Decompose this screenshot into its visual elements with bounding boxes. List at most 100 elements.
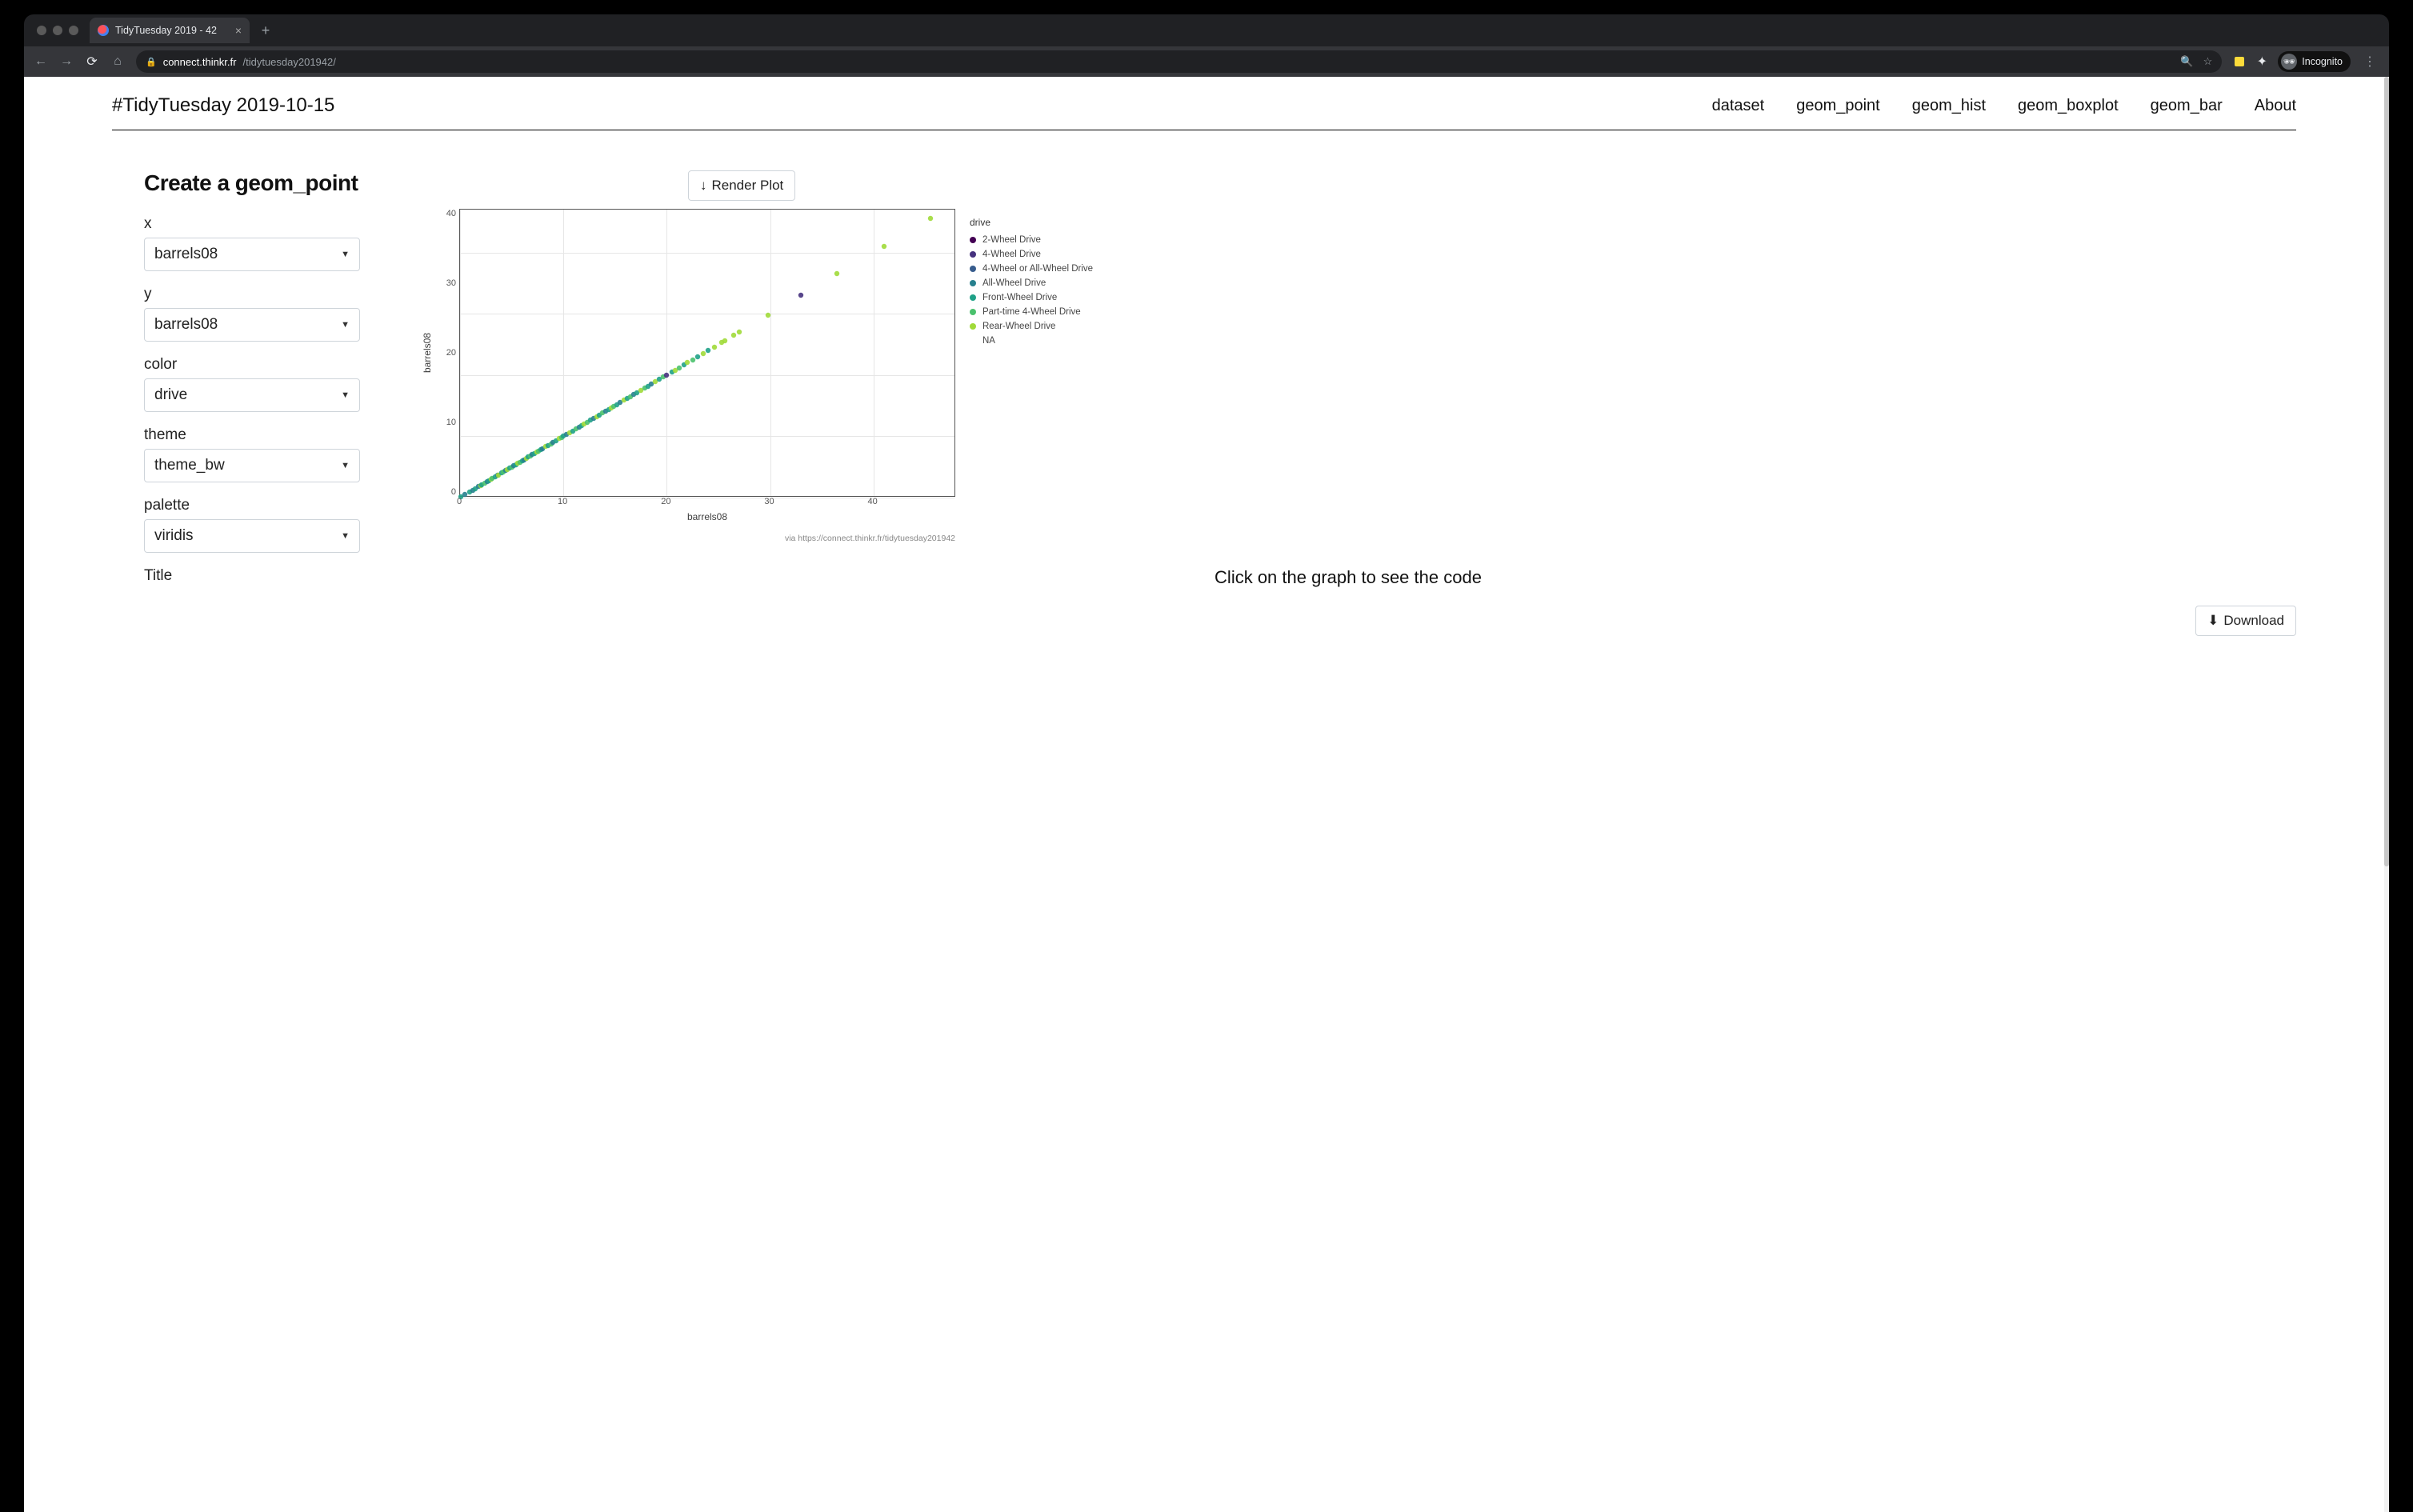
legend-item: Rear-Wheel Drive (970, 319, 1093, 334)
tab-title: TidyTuesday 2019 - 42 (115, 25, 229, 36)
url-path: /tidytuesday201942/ (242, 56, 335, 68)
toolbar: ← → ⟳ ⌂ 🔒 connect.thinkr.fr/tidytuesday2… (24, 46, 2389, 77)
legend-label: 4-Wheel Drive (982, 250, 1041, 259)
window-controls[interactable] (32, 26, 83, 35)
address-bar[interactable]: 🔒 connect.thinkr.fr/tidytuesday201942/ 🔍… (136, 50, 2222, 73)
label-y: y (144, 286, 360, 303)
new-tab-button[interactable]: + (256, 21, 275, 40)
zoom-window-icon[interactable] (69, 26, 78, 35)
scrollbar-thumb[interactable] (2384, 77, 2389, 866)
section-title: Create a geom_point (144, 170, 360, 196)
vertical-scrollbar[interactable] (2384, 77, 2389, 1512)
lock-icon: 🔒 (146, 57, 157, 67)
select-palette-value: viridis (154, 527, 194, 545)
chart[interactable]: barrels08 403020100 drive 2-Wheel Drive4… (416, 209, 2296, 543)
back-icon[interactable]: ← (34, 54, 48, 69)
nav-geom-bar[interactable]: geom_bar (2151, 97, 2223, 115)
data-point (834, 270, 840, 277)
select-color[interactable]: drive ▼ (144, 378, 360, 412)
legend-label: Front-Wheel Drive (982, 293, 1057, 302)
select-x-value: barrels08 (154, 246, 218, 263)
y-tick: 0 (442, 487, 456, 497)
label-x: x (144, 215, 360, 233)
field-palette: palette viridis ▼ (144, 497, 360, 553)
data-point (881, 243, 887, 250)
download-icon: ⬇ (2207, 613, 2219, 629)
legend-swatch-icon (970, 309, 976, 315)
select-palette[interactable]: viridis ▼ (144, 519, 360, 553)
page: #TidyTuesday 2019-10-15 dataset geom_poi… (24, 77, 2389, 1512)
data-point (765, 312, 771, 318)
data-point (711, 344, 718, 350)
data-point (722, 338, 728, 344)
minimize-window-icon[interactable] (53, 26, 62, 35)
x-tick: 40 (868, 497, 878, 506)
legend-item: Part-time 4-Wheel Drive (970, 305, 1093, 319)
legend-swatch-icon (970, 251, 976, 258)
incognito-icon: 🕶 (2281, 54, 2297, 70)
legend-item: All-Wheel Drive (970, 276, 1093, 290)
select-x[interactable]: barrels08 ▼ (144, 238, 360, 271)
download-button[interactable]: ⬇ Download (2195, 606, 2296, 636)
legend-label: 2-Wheel Drive (982, 235, 1041, 245)
legend-swatch-icon (970, 323, 976, 330)
legend-item: Front-Wheel Drive (970, 290, 1093, 305)
nav-geom-point[interactable]: geom_point (1796, 97, 1880, 115)
legend-label: 4-Wheel or All-Wheel Drive (982, 264, 1093, 274)
legend-swatch-icon (970, 266, 976, 272)
x-tick: 20 (661, 497, 670, 506)
nav-geom-hist[interactable]: geom_hist (1912, 97, 1986, 115)
select-y[interactable]: barrels08 ▼ (144, 308, 360, 342)
toolbar-extensions: ✦ 🕶 Incognito ⋮ (2233, 51, 2379, 72)
nav-about[interactable]: About (2255, 97, 2296, 115)
reload-icon[interactable]: ⟳ (85, 54, 99, 69)
form-sidebar: Create a geom_point x barrels08 ▼ y barr… (144, 170, 360, 599)
close-window-icon[interactable] (37, 26, 46, 35)
legend-swatch-icon (970, 294, 976, 301)
plot-panel[interactable] (459, 209, 955, 497)
nav-dataset[interactable]: dataset (1712, 97, 1765, 115)
zoom-indicator-icon[interactable]: 🔍 (2180, 55, 2193, 68)
legend-swatch-icon (970, 237, 976, 243)
browser-tab[interactable]: TidyTuesday 2019 - 42 × (90, 18, 250, 43)
extension-icon[interactable] (2233, 55, 2246, 68)
browser-menu-icon[interactable]: ⋮ (2360, 54, 2379, 70)
browser-chrome: TidyTuesday 2019 - 42 × + ← → ⟳ ⌂ 🔒 conn… (24, 14, 2389, 77)
main-panel: ↓ Render Plot barrels08 40 30 20 10 0 (400, 170, 2296, 636)
y-tick: 40 (442, 209, 456, 218)
legend-item: 4-Wheel or All-Wheel Drive (970, 262, 1093, 276)
download-label: Download (2223, 613, 2284, 629)
site-brand[interactable]: #TidyTuesday 2019-10-15 (112, 94, 334, 117)
select-y-value: barrels08 (154, 316, 218, 334)
nav-geom-boxplot[interactable]: geom_boxplot (2018, 97, 2119, 115)
forward-icon[interactable]: → (59, 54, 74, 69)
extensions-puzzle-icon[interactable]: ✦ (2255, 55, 2268, 68)
legend-label: All-Wheel Drive (982, 278, 1046, 288)
plus-icon: + (262, 22, 270, 39)
bookmark-star-icon[interactable]: ☆ (2203, 55, 2213, 68)
y-tick: 10 (442, 418, 456, 427)
y-tick: 20 (442, 348, 456, 358)
y-tick: 30 (442, 278, 456, 288)
field-x: x barrels08 ▼ (144, 215, 360, 271)
home-icon[interactable]: ⌂ (110, 54, 125, 69)
y-axis-label: barrels08 (422, 333, 433, 373)
site-navbar: #TidyTuesday 2019-10-15 dataset geom_poi… (112, 77, 2296, 130)
legend-swatch-icon (970, 280, 976, 286)
incognito-indicator[interactable]: 🕶 Incognito (2278, 51, 2351, 72)
tab-strip: TidyTuesday 2019 - 42 × + (24, 14, 2389, 46)
select-theme[interactable]: theme_bw ▼ (144, 449, 360, 482)
render-plot-button[interactable]: ↓ Render Plot (688, 170, 795, 201)
legend-item: 4-Wheel Drive (970, 247, 1093, 262)
download-arrow-icon: ↓ (700, 178, 707, 194)
legend-label: Part-time 4-Wheel Drive (982, 307, 1081, 317)
chart-source-note: via https://connect.thinkr.fr/tidytuesda… (459, 522, 955, 543)
field-y: y barrels08 ▼ (144, 286, 360, 342)
label-palette: palette (144, 497, 360, 514)
y-axis-ticks: 40 30 20 10 0 (438, 209, 459, 497)
data-point (798, 292, 804, 298)
close-tab-icon[interactable]: × (235, 25, 242, 36)
x-axis-label: barrels08 (459, 508, 955, 522)
select-theme-value: theme_bw (154, 457, 225, 474)
caret-down-icon: ▼ (341, 250, 350, 259)
